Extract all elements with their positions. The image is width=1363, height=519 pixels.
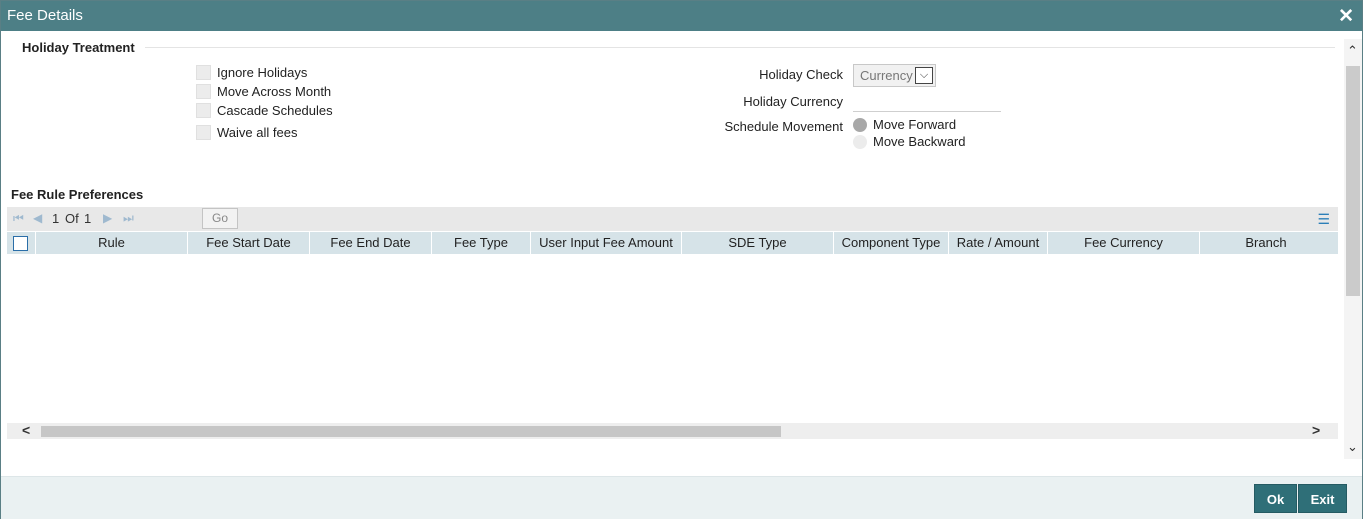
cascade-schedules-row[interactable]: Cascade Schedules [196, 102, 333, 118]
first-page-icon[interactable]: ⏮ [13, 211, 24, 226]
scroll-up-icon[interactable]: ⌃ [1347, 43, 1358, 59]
footer-bar: Ok Exit [1, 476, 1362, 519]
column-settings-icon[interactable]: ☰ [1317, 211, 1330, 228]
pagination-toolbar: ⏮ ◀ 1 Of 1 ▶ ⏭ Go ☰ [7, 207, 1338, 231]
waive-all-fees-row[interactable]: Waive all fees [196, 124, 297, 140]
ignore-holidays-label: Ignore Holidays [217, 64, 308, 80]
chevron-down-icon[interactable]: ⌵ [915, 67, 933, 84]
cascade-schedules-checkbox[interactable] [196, 102, 211, 118]
exit-button[interactable]: Exit [1298, 484, 1347, 513]
column-header-fee-start-date[interactable]: Fee Start Date [188, 232, 310, 254]
move-forward-option[interactable]: Move Forward [853, 117, 956, 132]
holiday-currency-label: Holiday Currency [743, 94, 843, 109]
select-all-cell [7, 232, 36, 254]
move-backward-label: Move Backward [873, 134, 966, 149]
move-across-month-checkbox[interactable] [196, 83, 211, 99]
holiday-check-select[interactable]: Currency ⌵ [853, 64, 936, 87]
waive-all-fees-checkbox[interactable] [196, 124, 211, 140]
holiday-check-value: Currency [860, 68, 913, 83]
move-backward-radio[interactable] [853, 134, 867, 149]
cascade-schedules-label: Cascade Schedules [217, 102, 333, 118]
schedule-movement-label: Schedule Movement [724, 119, 843, 134]
current-page: 1 [52, 211, 60, 226]
column-header-component-type[interactable]: Component Type [834, 232, 949, 254]
column-header-user-input-fee-amount[interactable]: User Input Fee Amount [531, 232, 682, 254]
column-header-rule[interactable]: Rule [36, 232, 188, 254]
holiday-currency-field[interactable] [853, 111, 1001, 112]
select-all-checkbox[interactable] [13, 236, 28, 251]
holiday-check-label: Holiday Check [759, 67, 843, 82]
page-of-label: Of [65, 211, 79, 226]
last-page-icon[interactable]: ⏭ [123, 211, 134, 226]
fee-rule-preferences-title: Fee Rule Preferences [11, 187, 144, 202]
previous-page-icon[interactable]: ◀ [33, 211, 42, 225]
move-forward-radio[interactable] [853, 117, 867, 132]
horizontal-scrollbar[interactable]: < > [7, 422, 1338, 439]
move-backward-option[interactable]: Move Backward [853, 134, 965, 149]
ignore-holidays-row[interactable]: Ignore Holidays [196, 64, 307, 80]
grid-header: Rule Fee Start Date Fee End Date Fee Typ… [7, 232, 1338, 254]
column-header-fee-type[interactable]: Fee Type [432, 232, 531, 254]
window-title: Fee Details [7, 7, 83, 24]
fee-details-window: Fee Details ✕ Holiday Treatment Ignore H… [0, 0, 1363, 519]
close-icon[interactable]: ✕ [1338, 5, 1354, 28]
section-divider [145, 47, 1335, 48]
move-across-month-label: Move Across Month [217, 83, 332, 99]
total-pages: 1 [84, 211, 92, 226]
scroll-left-icon[interactable]: < [22, 422, 30, 438]
scroll-down-icon[interactable]: ⌄ [1347, 439, 1358, 455]
horizontal-scroll-thumb[interactable] [41, 426, 781, 437]
go-button[interactable]: Go [202, 208, 238, 229]
title-bar: Fee Details ✕ [1, 1, 1362, 31]
column-header-rate-amount[interactable]: Rate / Amount [949, 232, 1048, 254]
vertical-scroll-thumb[interactable] [1346, 66, 1360, 296]
column-header-fee-end-date[interactable]: Fee End Date [310, 232, 432, 254]
vertical-scrollbar[interactable]: ⌃ ⌄ [1344, 39, 1362, 459]
column-header-sde-type[interactable]: SDE Type [682, 232, 834, 254]
scroll-right-icon[interactable]: > [1312, 422, 1320, 438]
column-header-branch[interactable]: Branch [1200, 232, 1332, 254]
move-across-month-row[interactable]: Move Across Month [196, 83, 331, 99]
ignore-holidays-checkbox[interactable] [196, 64, 211, 80]
move-forward-label: Move Forward [873, 117, 957, 132]
waive-all-fees-label: Waive all fees [217, 124, 298, 140]
ok-button[interactable]: Ok [1254, 484, 1297, 513]
holiday-treatment-title: Holiday Treatment [22, 40, 135, 55]
column-header-fee-currency[interactable]: Fee Currency [1048, 232, 1200, 254]
main-content: Holiday Treatment Ignore Holidays Move A… [1, 31, 1344, 476]
next-page-icon[interactable]: ▶ [103, 211, 112, 225]
